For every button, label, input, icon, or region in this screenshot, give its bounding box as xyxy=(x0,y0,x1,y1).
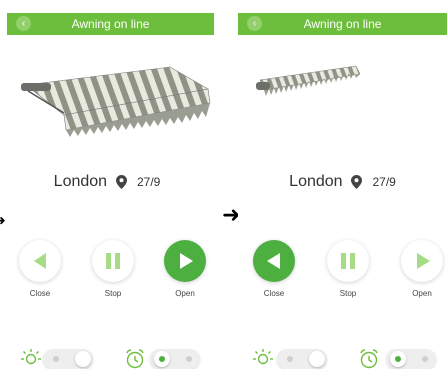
date-label: 27/9 xyxy=(372,175,396,189)
timer-toggle[interactable] xyxy=(150,349,200,369)
chevron-left-icon: ‹ xyxy=(252,18,257,29)
close-button[interactable]: Close xyxy=(15,240,65,298)
location-pin-icon xyxy=(115,174,127,189)
sun-toggle[interactable] xyxy=(277,349,327,369)
awning-extended-image xyxy=(21,66,211,137)
sun-icon xyxy=(253,349,273,365)
city-name: London xyxy=(53,173,108,190)
triangle-left-icon xyxy=(34,253,46,269)
header-title: Awning on line xyxy=(303,17,382,31)
close-label: Close xyxy=(29,289,51,298)
screen-closed-state: ‹ Awning on line London 27/9 Close Stop … xyxy=(238,0,447,369)
app-header: ‹ Awning on line xyxy=(238,13,447,35)
alarm-clock-icon xyxy=(126,349,144,369)
open-button[interactable]: Open xyxy=(160,240,210,298)
back-button[interactable]: ‹ xyxy=(16,16,31,31)
close-label: Close xyxy=(263,289,285,298)
open-label: Open xyxy=(412,289,432,298)
back-button[interactable]: ‹ xyxy=(247,16,262,31)
toggles-row xyxy=(0,345,214,369)
alarm-clock-icon xyxy=(360,349,378,369)
location-row: London 27/9 xyxy=(0,173,214,191)
date-label: 27/9 xyxy=(136,175,161,189)
location-row: London 27/9 xyxy=(238,173,447,191)
stop-button[interactable]: Stop xyxy=(323,240,373,298)
timer-toggle[interactable] xyxy=(386,349,436,369)
right-arrow-icon: ➜ xyxy=(0,209,6,231)
stop-label: Stop xyxy=(339,289,357,298)
toggles-row xyxy=(238,345,447,369)
sun-icon xyxy=(21,349,41,365)
sun-toggle[interactable] xyxy=(43,349,93,369)
triangle-left-icon xyxy=(267,253,280,269)
pause-icon xyxy=(106,253,120,269)
stop-label: Stop xyxy=(104,289,122,298)
pause-icon xyxy=(341,253,355,269)
awning-retracted-image xyxy=(256,65,361,96)
app-header: ‹ Awning on line xyxy=(7,13,214,35)
open-button[interactable]: Open xyxy=(397,240,447,298)
chevron-left-icon: ‹ xyxy=(21,18,26,29)
open-label: Open xyxy=(175,289,195,298)
triangle-right-icon xyxy=(417,253,430,269)
header-title: Awning on line xyxy=(71,17,150,31)
stop-button[interactable]: Stop xyxy=(88,240,138,298)
location-pin-icon xyxy=(351,174,363,189)
screen-open-state: ‹ Awning on line London 27/9 Close Stop … xyxy=(0,0,214,369)
triangle-right-icon xyxy=(180,253,193,269)
city-name: London xyxy=(289,173,343,190)
close-button[interactable]: Close xyxy=(249,240,299,298)
